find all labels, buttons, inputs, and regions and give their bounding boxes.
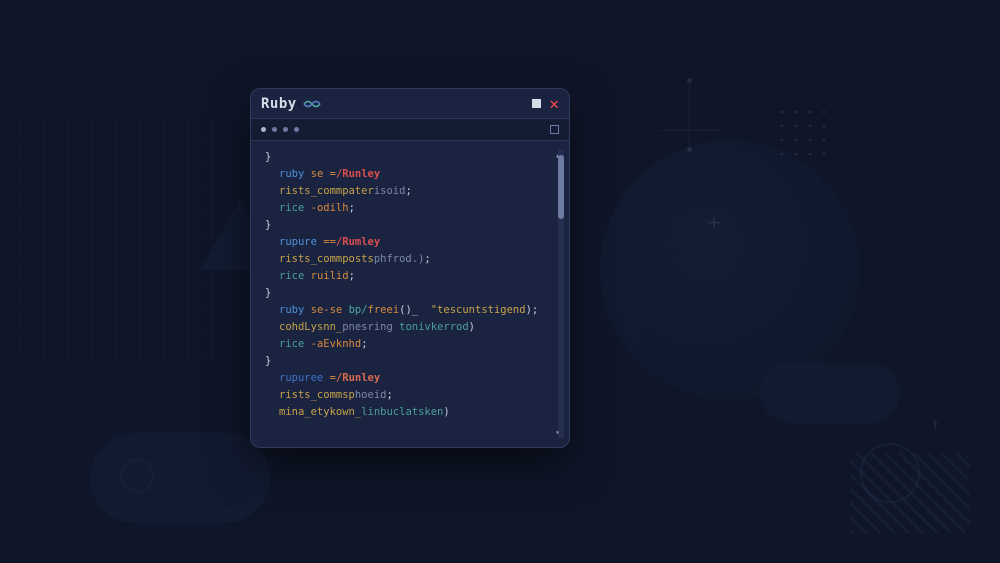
scroll-down-icon[interactable]: ▾	[555, 424, 560, 441]
code-content: }ruby se =/Runleyrists_commpaterisoid;ri…	[265, 149, 563, 421]
code-line: rice ruilid;	[265, 268, 563, 285]
code-line: cohdLysnn_pnesring tonivkerrod)	[265, 319, 563, 336]
code-line: ruby se-se bp/freei()_ "tescuntstigend);	[265, 302, 563, 319]
code-line: mina_etykown_linbuclatsken)	[265, 404, 563, 421]
scrollbar[interactable]: ▴ ▾	[558, 149, 564, 439]
tabbar	[251, 119, 569, 141]
close-button[interactable]: ✕	[549, 96, 559, 112]
code-line: rists_commpostsphfrod.);	[265, 251, 563, 268]
code-line: rupure ==/Rumley	[265, 234, 563, 251]
code-line: }	[265, 217, 563, 234]
code-editor-window: Ruby ✕ }ruby se =/Runleyrists_commpateri…	[250, 88, 570, 448]
code-line: }	[265, 149, 563, 166]
tab-dots[interactable]	[261, 127, 299, 132]
code-line: rupuree =/Runley	[265, 370, 563, 387]
code-line: rists_commsphoeid;	[265, 387, 563, 404]
minimize-button[interactable]	[532, 99, 541, 108]
window-title: Ruby	[261, 96, 297, 112]
ruby-lang-icon	[303, 98, 321, 110]
code-line: rists_commpaterisoid;	[265, 183, 563, 200]
code-line: rice -odilh;	[265, 200, 563, 217]
code-line: rice -aEvknhd;	[265, 336, 563, 353]
code-editor[interactable]: }ruby se =/Runleyrists_commpaterisoid;ri…	[251, 141, 569, 447]
scrollbar-thumb[interactable]	[558, 155, 564, 219]
code-line: }	[265, 353, 563, 370]
code-line: }	[265, 285, 563, 302]
panel-icon[interactable]	[550, 125, 559, 134]
titlebar[interactable]: Ruby ✕	[251, 89, 569, 119]
code-line: ruby se =/Runley	[265, 166, 563, 183]
